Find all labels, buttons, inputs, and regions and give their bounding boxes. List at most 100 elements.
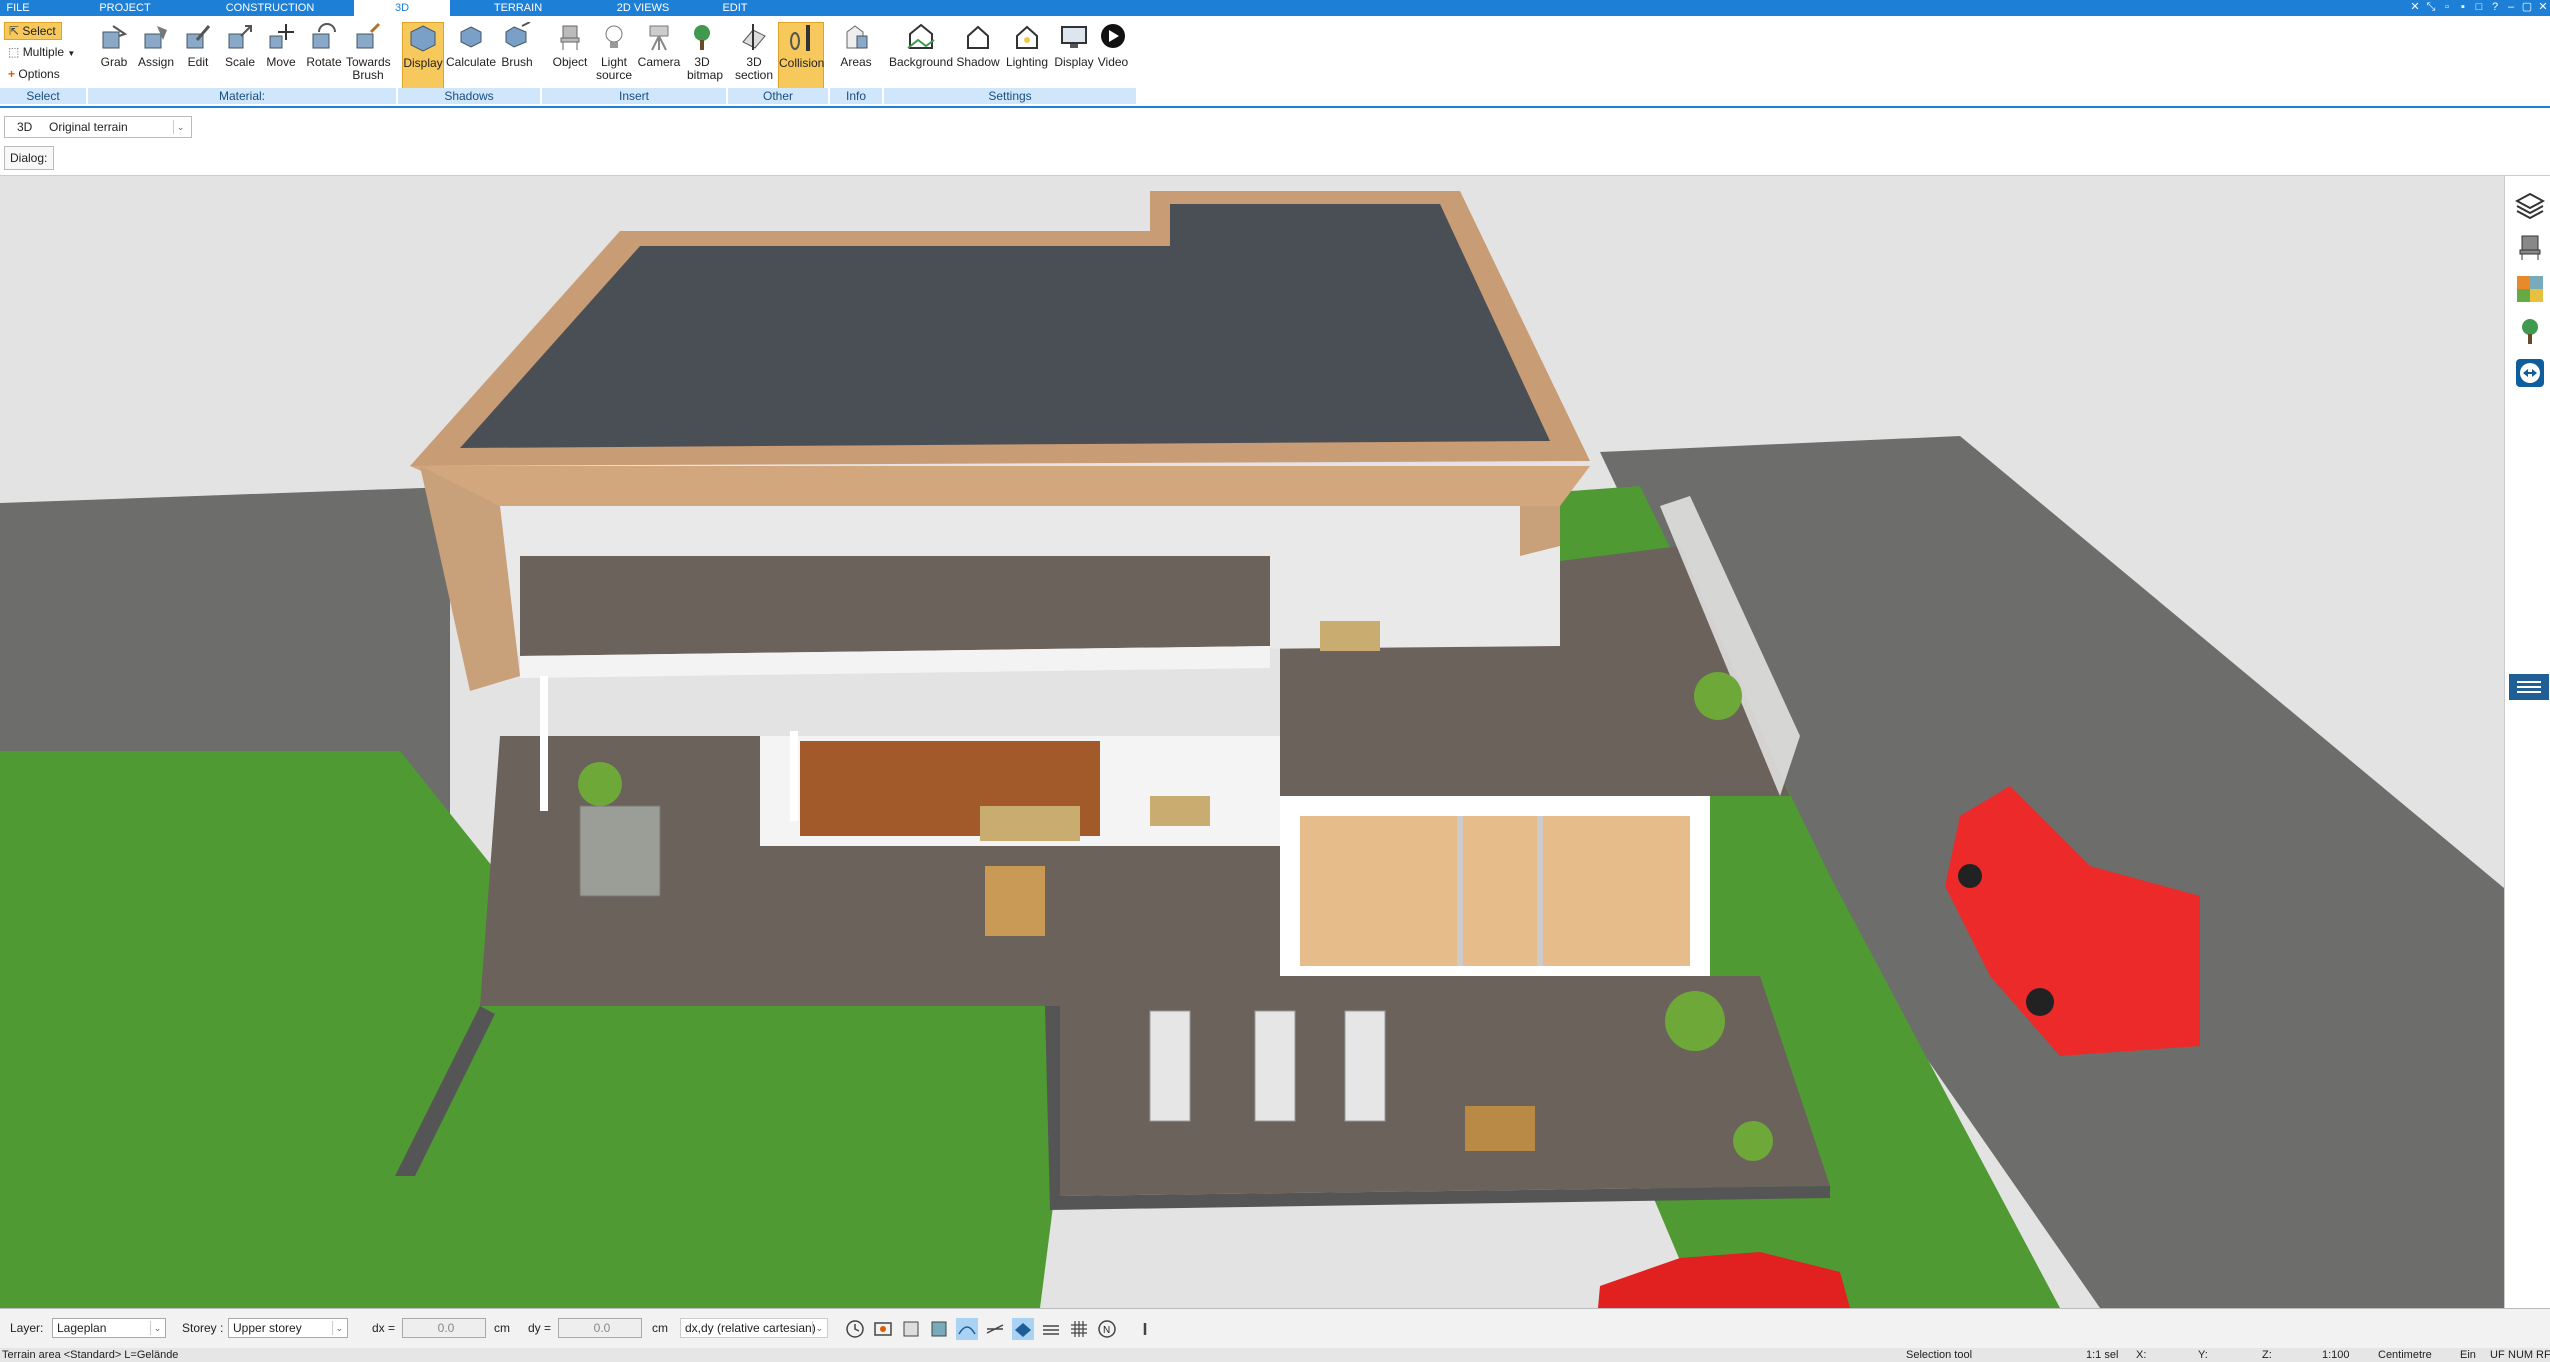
tab-file[interactable]: FILE xyxy=(0,0,36,16)
ribbon: ⇱ Select ⬚ Multiple ▼ + Options Grab Ass… xyxy=(0,16,2550,108)
chevron-down-icon[interactable]: ⌄ xyxy=(332,1321,346,1335)
areas-icon xyxy=(846,25,868,49)
view-bar: 3D Original terrain ⌄ Dialog: xyxy=(0,110,2550,176)
chair-catalog-icon[interactable] xyxy=(2515,232,2545,262)
lounger xyxy=(1254,1010,1296,1122)
layer-snap-icon[interactable] xyxy=(1040,1318,1062,1340)
view-selector[interactable]: 3D Original terrain ⌄ xyxy=(4,116,192,138)
select-label: Select xyxy=(22,24,56,38)
pin-icon[interactable]: ✕ xyxy=(2408,1,2422,14)
window-small-icon[interactable]: ▫ xyxy=(2440,1,2454,14)
cube-icon xyxy=(410,25,436,52)
group-insert: Insert xyxy=(542,88,726,104)
selection-count: 1:1 sel xyxy=(2086,1349,2119,1361)
panel-toggle-icon[interactable] xyxy=(2509,674,2549,700)
num-indicator: NUM xyxy=(2508,1349,2534,1361)
object-label: Object xyxy=(552,55,588,69)
status-bar: Layer: Lageplan ⌄ Storey : Upper storey … xyxy=(0,1308,2550,1348)
multiple-label: Multiple xyxy=(22,45,65,59)
edit-label: Edit xyxy=(187,55,209,69)
dx-unit: cm xyxy=(494,1321,510,1335)
minimize-icon[interactable]: – xyxy=(2504,1,2518,14)
snapshot-icon[interactable] xyxy=(872,1318,894,1340)
move-icon xyxy=(269,24,294,49)
right-toolbar xyxy=(2504,176,2550,1308)
curve-snap-icon[interactable] xyxy=(956,1318,978,1340)
plant xyxy=(1733,1121,1773,1161)
cursor-icon: ⇱ xyxy=(9,24,20,38)
storey-select[interactable]: Upper storey ⌄ xyxy=(228,1318,348,1338)
calculate-icon xyxy=(460,26,482,48)
rotate-label: Rotate xyxy=(306,55,342,69)
coord-mode-select[interactable]: dx,dy (relative cartesian) ⌄ xyxy=(680,1318,828,1338)
bench xyxy=(1150,796,1210,826)
group-material: Material: xyxy=(88,88,396,104)
dy-field[interactable]: 0.0 xyxy=(558,1318,642,1338)
camera-label: Camera xyxy=(637,55,681,69)
pillar xyxy=(790,731,798,821)
3d-section-label: 3D section xyxy=(734,55,774,82)
dx-field[interactable]: 0.0 xyxy=(402,1318,486,1338)
restore-icon[interactable]: ⤡ xyxy=(2424,1,2438,14)
shadow-settings-label: Shadow xyxy=(956,55,1000,69)
3d-viewport[interactable] xyxy=(0,176,2504,1308)
plants-icon[interactable] xyxy=(2515,316,2545,346)
multiple-button[interactable]: ⬚ Multiple ▼ xyxy=(4,44,80,62)
materials-icon[interactable] xyxy=(2515,274,2545,304)
tree-icon xyxy=(694,25,710,50)
multiple-icon: ⬚ xyxy=(8,45,20,59)
chevron-down-icon[interactable]: ⌄ xyxy=(173,120,187,134)
dy-value: 0.0 xyxy=(593,1321,611,1335)
scale-info: 1:100 xyxy=(2322,1349,2350,1361)
chevron-down-icon[interactable]: ⌄ xyxy=(812,1321,826,1335)
unit-info: Centimetre xyxy=(2378,1349,2432,1361)
maximize-icon[interactable]: ▢ xyxy=(2520,1,2534,14)
storey-label: Storey : xyxy=(182,1321,224,1335)
close-icon[interactable]: ✕ xyxy=(2536,1,2550,14)
plane-snap-icon[interactable] xyxy=(1012,1318,1034,1340)
dx-label: dx = xyxy=(372,1321,396,1335)
annex-window xyxy=(1300,816,1690,966)
line-snap-icon[interactable] xyxy=(984,1318,1006,1340)
sofa-upper xyxy=(1320,621,1380,651)
help-icon[interactable]: ? xyxy=(2488,1,2502,14)
window-max-icon[interactable]: □ xyxy=(2472,1,2486,14)
select-button[interactable]: ⇱ Select xyxy=(4,22,62,40)
collision-label: Collision xyxy=(779,56,825,70)
clock-icon[interactable] xyxy=(844,1318,866,1340)
north-icon[interactable]: N xyxy=(1096,1318,1118,1340)
edit-material-icon xyxy=(186,25,211,49)
tab-2d-views[interactable]: 2D VIEWS xyxy=(600,0,686,16)
object-snap-icon[interactable] xyxy=(900,1318,922,1340)
material-snap-icon[interactable] xyxy=(928,1318,950,1340)
plant xyxy=(578,762,622,806)
dining-table xyxy=(985,866,1045,936)
group-select: Select xyxy=(0,88,86,104)
beach-chair xyxy=(579,805,661,897)
scale-label: Scale xyxy=(224,55,256,69)
tab-project[interactable]: PROJECT xyxy=(90,0,160,16)
options-button[interactable]: + Options xyxy=(4,66,74,84)
grid-icon[interactable] xyxy=(1068,1318,1090,1340)
tab-terrain[interactable]: TERRAIN xyxy=(478,0,558,16)
layers-icon[interactable] xyxy=(2515,190,2545,220)
window-tile-icon[interactable]: ▪ xyxy=(2456,1,2470,14)
scale-icon xyxy=(228,25,252,49)
shadow-display-label: Display xyxy=(403,56,443,70)
tab-3d[interactable]: 3D xyxy=(354,0,450,16)
chair-icon xyxy=(560,25,580,50)
collision-icon xyxy=(790,25,810,51)
plant xyxy=(1694,672,1742,720)
light-bulb-icon xyxy=(605,25,623,48)
teamviewer-icon[interactable] xyxy=(2515,358,2545,388)
tab-edit[interactable]: EDIT xyxy=(710,0,760,16)
group-settings: Settings xyxy=(884,88,1136,104)
more-icon[interactable] xyxy=(1134,1318,1156,1340)
layer-select[interactable]: Lageplan ⌄ xyxy=(52,1318,166,1338)
chevron-down-icon[interactable]: ⌄ xyxy=(150,1321,164,1335)
dy-label: dy = xyxy=(528,1321,552,1335)
info-bar: Terrain area <Standard> L=Gelände Select… xyxy=(0,1348,2550,1362)
tab-construction[interactable]: CONSTRUCTION xyxy=(200,0,340,16)
options-label: Options xyxy=(18,67,60,81)
group-other: Other xyxy=(728,88,828,104)
